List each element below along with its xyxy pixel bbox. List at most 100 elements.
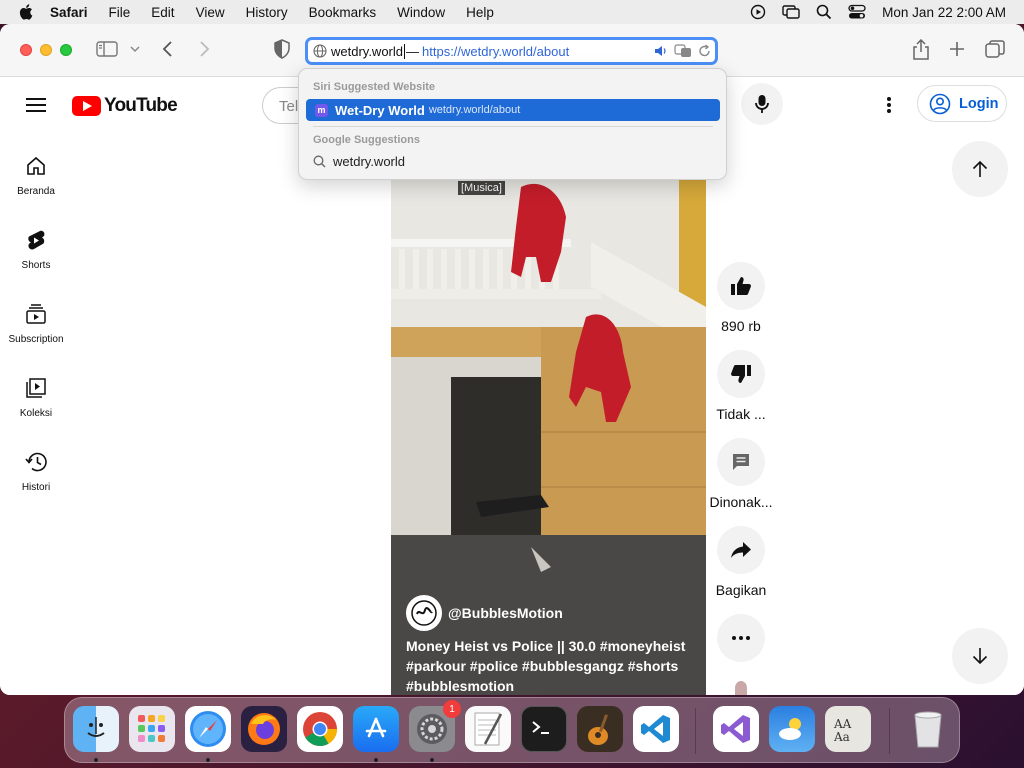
search-input[interactable]: Tel [262, 87, 302, 124]
settings-running-dot [430, 758, 434, 762]
comments-button[interactable]: Dinonak... [705, 438, 777, 510]
search-placeholder: Tel [279, 98, 299, 115]
menu-datetime[interactable]: Mon Jan 22 2:00 AM [882, 5, 1006, 20]
reload-icon[interactable] [698, 44, 711, 58]
login-label: Login [959, 95, 999, 112]
thumbs-down-icon [731, 365, 751, 383]
finder-icon[interactable] [73, 706, 119, 752]
menu-history[interactable]: History [246, 5, 288, 20]
share-icon[interactable] [912, 39, 930, 61]
address-suggestions-dropdown: Siri Suggested Website m Wet-Dry World w… [298, 68, 727, 180]
sidebar-label-home: Beranda [17, 186, 55, 197]
more-actions-button[interactable] [705, 614, 777, 670]
menu-app-name[interactable]: Safari [50, 5, 88, 20]
next-video-button[interactable] [952, 628, 1008, 684]
zoom-window-button[interactable] [60, 44, 72, 56]
menu-window[interactable]: Window [397, 5, 445, 20]
youtube-logo[interactable]: YouTube [72, 95, 178, 117]
history-icon [25, 452, 47, 472]
control-center-icon[interactable] [848, 4, 866, 20]
sidebar-item-history[interactable]: Histori [0, 451, 72, 493]
sidebar-item-library[interactable]: Koleksi [0, 377, 72, 419]
privacy-shield-icon[interactable] [274, 39, 290, 59]
hamburger-menu-icon[interactable] [26, 97, 46, 118]
sidebar-label-history: Histori [21, 482, 51, 493]
notification-badge: 1 [443, 700, 461, 718]
tab-overview-icon[interactable] [985, 40, 1005, 58]
address-typed-text: wetdry.world [331, 43, 404, 59]
safari-icon[interactable] [185, 706, 231, 752]
back-arrow-icon[interactable] [162, 40, 174, 58]
sidebar-item-shorts[interactable]: Shorts [0, 229, 72, 271]
app-store-running-dot [374, 758, 378, 762]
suggestion-item-google[interactable]: wetdry.world [313, 154, 405, 169]
dislike-button[interactable]: Tidak ... [705, 350, 777, 422]
sidebar-item-subscriptions[interactable]: Subscription [0, 303, 72, 345]
font-book-icon[interactable]: AA Aa [825, 706, 871, 752]
speaker-icon[interactable] [654, 44, 668, 58]
menu-file[interactable]: File [109, 5, 131, 20]
vscode-icon[interactable] [633, 706, 679, 752]
address-bar[interactable]: wetdry.world — https://wetdry.world/abou… [305, 37, 718, 65]
home-icon [27, 156, 45, 175]
visual-studio-icon[interactable] [713, 706, 759, 752]
sidebar-toggle-icon[interactable] [96, 40, 118, 58]
new-tab-plus-icon[interactable] [949, 41, 965, 57]
app-store-icon[interactable] [353, 706, 399, 752]
finder-running-dot [94, 758, 98, 762]
like-button[interactable]: 890 rb [705, 262, 777, 334]
arrow-up-icon [972, 160, 988, 177]
sound-avatar[interactable] [735, 681, 747, 695]
address-autocomplete: https://wetdry.world/about [422, 43, 570, 59]
menu-help[interactable]: Help [466, 5, 494, 20]
weather-icon[interactable] [769, 706, 815, 752]
close-window-button[interactable] [20, 44, 32, 56]
thumbs-up-icon [731, 277, 751, 295]
share-button[interactable]: Bagikan [705, 526, 777, 598]
minimize-window-button[interactable] [40, 44, 52, 56]
channel-info[interactable]: @BubblesMotion [406, 595, 563, 631]
system-settings-icon[interactable]: 1 [409, 700, 461, 752]
garageband-icon[interactable] [577, 706, 623, 752]
svg-text:AA: AA [833, 717, 852, 731]
suggestion-divider [313, 126, 713, 127]
share-label: Bagikan [715, 582, 767, 598]
comments-label: Dinonak... [709, 494, 773, 510]
more-horizontal-icon [732, 636, 750, 640]
address-separator: — [406, 43, 420, 59]
apple-icon[interactable] [18, 3, 36, 21]
sidebar-label-library: Koleksi [19, 408, 53, 419]
previous-video-button[interactable] [952, 141, 1008, 197]
safari-window: wetdry.world — https://wetdry.world/abou… [0, 24, 1024, 695]
share-arrow-icon [731, 542, 751, 558]
more-options-icon[interactable] [886, 96, 892, 119]
video-caption-tag: [Musica] [458, 181, 505, 195]
globe-icon [313, 44, 327, 58]
firefox-icon[interactable] [241, 706, 287, 752]
dock-separator [695, 708, 696, 754]
play-status-icon[interactable] [750, 4, 766, 20]
sidebar-item-home[interactable]: Beranda [0, 155, 72, 197]
forward-arrow-icon[interactable] [198, 40, 210, 58]
dock: 1 AA Aa [64, 697, 960, 763]
trash-icon[interactable] [905, 706, 951, 752]
suggestion-item-siri[interactable]: m Wet-Dry World wetdry.world/about [306, 99, 720, 121]
channel-avatar[interactable] [406, 595, 442, 631]
translate-icon[interactable] [674, 44, 692, 58]
menu-view[interactable]: View [196, 5, 225, 20]
menu-edit[interactable]: Edit [151, 5, 174, 20]
chrome-icon[interactable] [297, 706, 343, 752]
subscriptions-icon [26, 304, 46, 324]
spotlight-search-icon[interactable] [816, 4, 832, 20]
google-suggestions-header: Google Suggestions [313, 134, 420, 146]
textedit-icon[interactable] [465, 706, 511, 752]
channel-name[interactable]: @BubblesMotion [448, 605, 563, 621]
screen-mirroring-icon[interactable] [782, 4, 800, 20]
chevron-down-icon[interactable] [130, 45, 140, 53]
menu-bookmarks[interactable]: Bookmarks [309, 5, 377, 20]
terminal-icon[interactable] [521, 706, 567, 752]
safari-running-dot [206, 758, 210, 762]
launchpad-icon[interactable] [129, 706, 175, 752]
voice-search-button[interactable] [741, 83, 783, 125]
login-button[interactable]: Login [917, 85, 1007, 122]
